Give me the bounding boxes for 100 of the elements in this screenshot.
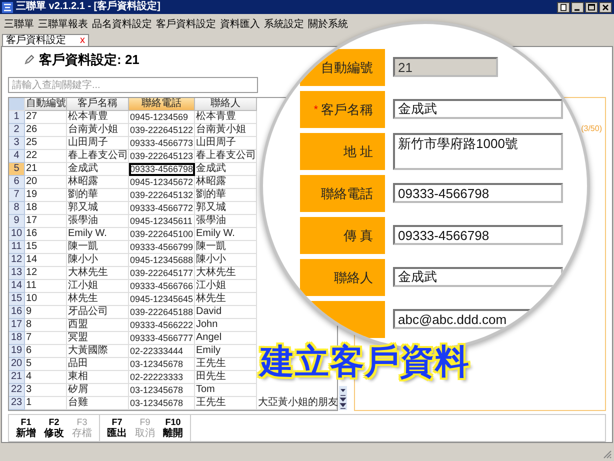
row-header[interactable]: 12 [9, 254, 25, 268]
char-counter: (3/50) [581, 124, 602, 134]
row-header[interactable]: 11 [9, 241, 25, 254]
tab-close-button[interactable]: x [80, 35, 85, 46]
table-cell: 25 [25, 137, 67, 150]
row-header[interactable]: 5 [9, 163, 25, 176]
menu-item[interactable]: 客戶資料設定 [154, 16, 218, 30]
table-cell: 09333-4566766 [129, 280, 195, 294]
table-cell: 0945-12345672 [129, 176, 195, 190]
table-cell: 冥盟 [67, 332, 129, 346]
table-cell: 3 [25, 384, 67, 398]
row-header[interactable]: 17 [9, 319, 25, 332]
field-label: 客戶名稱 [321, 100, 373, 118]
table-cell: 江小姐 [195, 280, 257, 294]
table-cell: 山田周子 [67, 137, 129, 150]
scroll-down-icon[interactable] [339, 386, 347, 394]
tab[interactable]: 客戶資料設定 x [2, 34, 89, 46]
table-cell: 林先生 [67, 293, 129, 306]
table-cell: 09333-4566772 [129, 202, 195, 216]
toolbar-button[interactable]: F1 新增 [12, 415, 40, 441]
row-header[interactable]: 3 [9, 137, 25, 150]
row-header[interactable]: 23 [9, 397, 25, 410]
window-title: 三聯單 v2.1.2.1 - [客戶資料設定] [16, 1, 162, 13]
search-field[interactable]: 請輸入查詢關鍵字... [8, 76, 258, 94]
table-cell: 09333-4566777 [129, 332, 195, 346]
table-cell: 1 [25, 397, 67, 410]
text-field[interactable]: 金成武 [393, 267, 563, 287]
row-header[interactable]: 20 [9, 358, 25, 372]
field-label: 聯絡人 [334, 268, 373, 286]
table-cell: 09333-4566773 [129, 137, 195, 150]
table-cell: 台南黃小姐 [195, 124, 257, 138]
close-icon[interactable] [599, 2, 612, 12]
menu-item[interactable]: 三聯單報表 [36, 16, 90, 30]
table-cell: 02-22223333 [129, 371, 195, 384]
menu-item[interactable]: 資料匯入 [218, 16, 262, 30]
menu-item[interactable]: 關於系統 [306, 16, 350, 30]
document-icon[interactable] [557, 2, 570, 12]
column-header[interactable]: 客戶名稱 [67, 98, 129, 112]
table-cell: 陳小小 [195, 254, 257, 268]
text-area[interactable]: 新竹市學府路1000號 [393, 133, 563, 170]
menu-item[interactable]: 系統設定 [262, 16, 306, 30]
field-label: 自動編號 [321, 58, 373, 76]
resize-grip-icon[interactable] [602, 449, 612, 459]
table-cell: 牙品公司 [67, 306, 129, 320]
row-header[interactable]: 7 [9, 189, 25, 202]
table-cell: 西盟 [67, 319, 129, 332]
table-cell: 劉的華 [195, 189, 257, 202]
table-cell: 21 [25, 163, 67, 176]
table-cell: 劉的華 [67, 189, 129, 202]
table-cell: 03-12345678 [129, 397, 195, 410]
table-cell: 林昭露 [67, 176, 129, 190]
toolbar-button[interactable]: F10 離開 [159, 415, 187, 441]
table-cell: 台南黃小姐 [67, 124, 129, 138]
table-cell: 陳一凱 [67, 241, 129, 254]
table-cell: 09333-4566798 [129, 163, 195, 176]
row-header[interactable]: 6 [9, 176, 25, 190]
row-header[interactable]: 16 [9, 306, 25, 320]
row-header[interactable]: 8 [9, 202, 25, 216]
row-header[interactable]: 19 [9, 345, 25, 358]
maximize-icon[interactable] [585, 2, 598, 12]
text-field[interactable]: 09333-4566798 [393, 183, 563, 203]
scroll-end-icon[interactable] [339, 402, 347, 410]
table-cell: 10 [25, 293, 67, 306]
table-cell: 22 [25, 150, 67, 164]
row-header[interactable]: 1 [9, 111, 25, 124]
table-cell: 金成武 [195, 163, 257, 176]
row-header[interactable]: 4 [9, 150, 25, 164]
column-header[interactable]: 聯絡電話 [129, 98, 195, 112]
row-header[interactable]: 21 [9, 371, 25, 384]
table-cell: 0945-12345645 [129, 293, 195, 306]
row-header[interactable]: 15 [9, 293, 25, 306]
table-cell: 王先生 [195, 358, 257, 372]
column-header[interactable]: 聯絡人 [195, 98, 257, 112]
table-cell: 大亞黃小姐的朋友 [257, 397, 337, 410]
table-cell: 林先生 [195, 293, 257, 306]
table-cell: 松本青豊 [67, 111, 129, 124]
text-field[interactable]: 09333-4566798 [393, 225, 563, 245]
row-header[interactable]: 13 [9, 267, 25, 280]
table-cell: 0945-12345688 [129, 254, 195, 268]
row-header[interactable]: 9 [9, 215, 25, 228]
table-cell: 18 [25, 202, 67, 216]
table-cell: 品田 [67, 358, 129, 372]
minimize-icon[interactable] [571, 2, 584, 12]
field-label: 聯絡電話 [321, 184, 373, 202]
table-cell: 大林先生 [195, 267, 257, 280]
row-header[interactable]: 10 [9, 228, 25, 242]
menu-item[interactable]: 三聯單 [2, 16, 36, 30]
menu-item[interactable]: 品名資料設定 [90, 16, 154, 30]
field-label: 地 址 [343, 142, 373, 160]
row-header[interactable]: 2 [9, 124, 25, 138]
row-header[interactable]: 22 [9, 384, 25, 398]
toolbar-button[interactable]: F7 匯出 [103, 415, 131, 441]
table-cell: 5 [25, 358, 67, 372]
row-header[interactable]: 14 [9, 280, 25, 294]
text-field[interactable]: 金成武 [393, 99, 563, 119]
table-cell: 039-222645177 [129, 267, 195, 280]
table-cell: 陳一凱 [195, 241, 257, 254]
column-header[interactable]: 自動編號 [25, 98, 67, 112]
row-header[interactable]: 18 [9, 332, 25, 346]
toolbar-button[interactable]: F2 修改 [40, 415, 68, 441]
